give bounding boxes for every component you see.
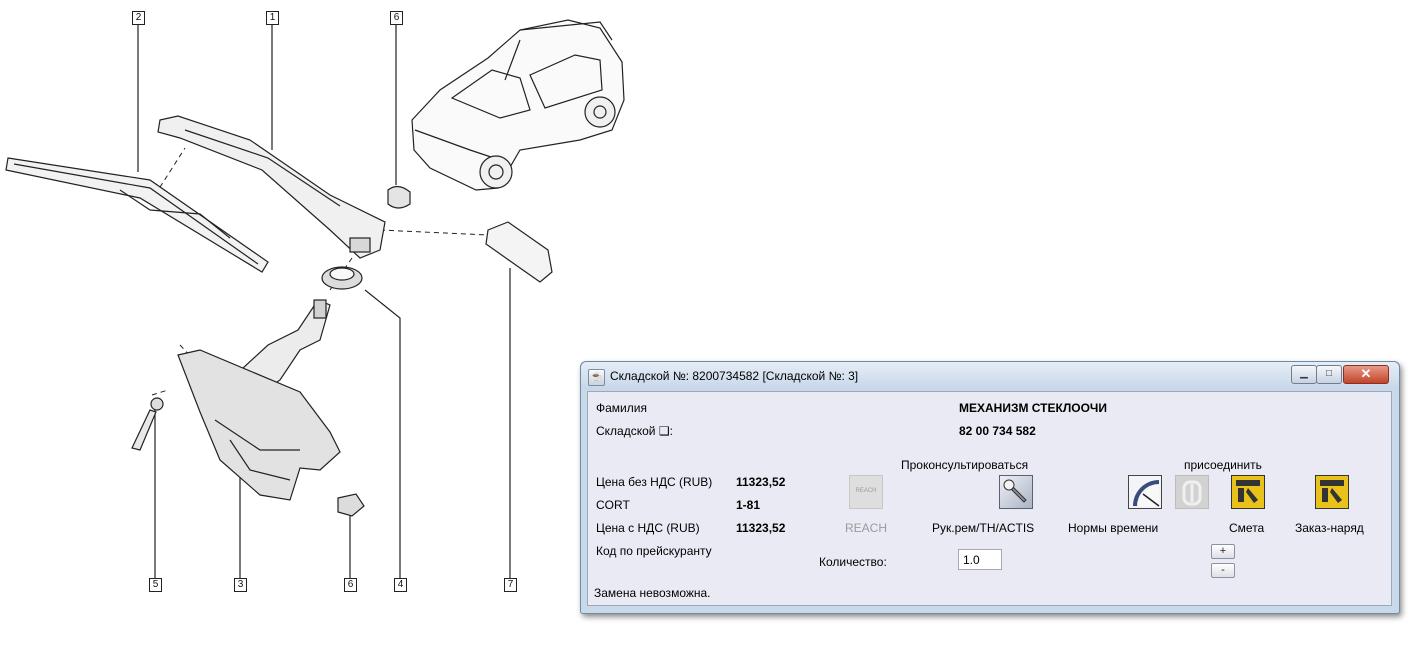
work-order-icon[interactable] (1315, 475, 1349, 509)
attach-icon[interactable] (1175, 475, 1209, 509)
quantity-label: Количество: (819, 555, 887, 569)
price-vat-label: Цена с НДС (RUB) (596, 521, 700, 535)
window-content: Фамилия МЕХАНИЗМ СТЕКЛООЧИ Складской ❑: … (587, 391, 1392, 606)
manual-label[interactable]: Рук.рем/TH/ACTIS (932, 521, 1034, 535)
close-button[interactable]: ✕ (1343, 365, 1389, 384)
java-app-icon: ☕ (588, 369, 605, 386)
callout-4: 4 (394, 578, 407, 592)
wrench-manual-icon[interactable] (999, 475, 1033, 509)
stopwatch-icon[interactable] (1128, 475, 1162, 509)
wrench-icon (1003, 479, 1027, 503)
callout-5: 5 (149, 578, 162, 592)
bolt (131, 409, 157, 451)
attach-header: присоединить (1184, 458, 1262, 472)
parts-diagram-drawing (5, 19, 625, 578)
cort-value: 1-81 (736, 498, 761, 512)
arm-cover (485, 221, 553, 283)
estimate-label[interactable]: Смета (1229, 521, 1264, 535)
price-code-label: Код по прейскуранту (596, 544, 712, 558)
estimate-tools-icon (1236, 480, 1260, 503)
callout-2: 2 (132, 11, 145, 25)
maximize-button[interactable]: □ (1316, 365, 1342, 384)
reach-icon-text: REACH (855, 488, 877, 494)
wiper-blade (5, 157, 269, 273)
minimize-button[interactable]: ▁ (1291, 365, 1317, 384)
quantity-input[interactable] (958, 549, 1002, 570)
quantity-plus-button[interactable]: + (1211, 544, 1235, 559)
nut (337, 493, 365, 517)
stock-value: 82 00 734 582 (959, 424, 1036, 438)
price-vat-value: 11323,52 (736, 521, 786, 535)
small-cap-top (387, 185, 411, 209)
leader-4 (364, 289, 401, 578)
callout-6-bottom: 6 (344, 578, 357, 592)
status-text: Замена невозможна. (594, 586, 711, 600)
time-norms-label[interactable]: Нормы времени (1068, 521, 1158, 535)
window-titlebar[interactable]: ☕ Складской №: 8200734582 [Складской №: … (581, 362, 1399, 390)
stock-label: Складской ❑: (596, 424, 673, 438)
consult-header: Проконсультироваться (901, 458, 1029, 472)
price-net-label: Цена без НДС (RUB) (596, 475, 713, 489)
callout-7: 7 (504, 578, 517, 592)
family-value: МЕХАНИЗМ СТЕКЛООЧИ (959, 401, 1107, 415)
cort-label: CORT (596, 498, 630, 512)
callout-1: 1 (266, 11, 279, 25)
vehicle-illustration (411, 19, 625, 191)
reach-icon[interactable]: REACH (849, 475, 883, 509)
window-title: Складской №: 8200734582 [Складской №: 3] (610, 369, 859, 383)
quantity-minus-button[interactable]: - (1211, 563, 1235, 578)
estimate-icon[interactable] (1231, 475, 1265, 509)
callout-3: 3 (234, 578, 247, 592)
reach-label[interactable]: REACH (845, 521, 887, 535)
parts-diagram: 2 1 6 5 3 6 4 7 (0, 0, 640, 600)
part-info-window: ☕ Складской №: 8200734582 [Складской №: … (580, 361, 1400, 614)
work-order-tools-icon (1320, 480, 1344, 503)
gauge-icon (1133, 480, 1160, 507)
family-label: Фамилия (596, 401, 647, 415)
chain-link-icon (1182, 480, 1202, 506)
work-order-label[interactable]: Заказ-наряд (1295, 521, 1364, 535)
callout-6-top: 6 (390, 11, 403, 25)
price-net-value: 11323,52 (736, 475, 786, 489)
